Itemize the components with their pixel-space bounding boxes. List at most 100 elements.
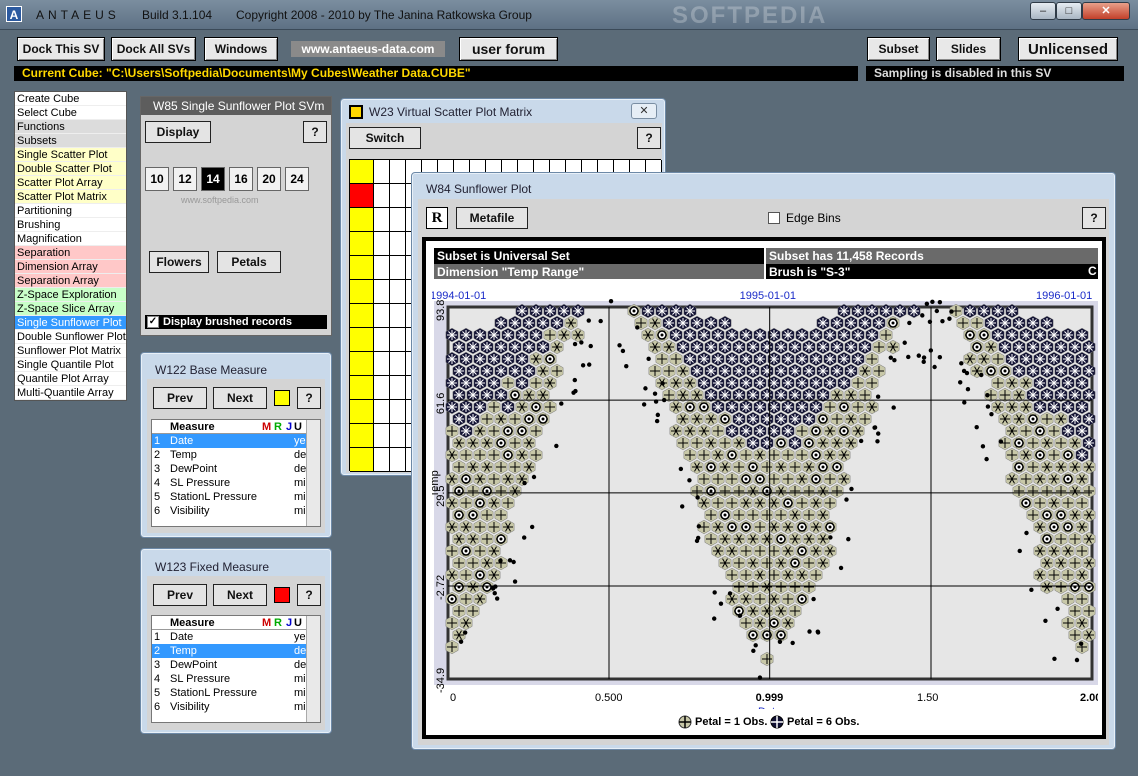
dock-all-svs-button[interactable]: Dock All SVs bbox=[111, 37, 196, 61]
table-row[interactable]: 4 SL Pressure mi bbox=[152, 672, 320, 686]
menu-item[interactable]: Multi-Quantile Array bbox=[15, 386, 126, 400]
matrix-cell[interactable] bbox=[350, 424, 374, 448]
matrix-cell[interactable] bbox=[390, 448, 406, 472]
menu-item[interactable]: Functions bbox=[15, 120, 126, 134]
matrix-cell[interactable] bbox=[390, 376, 406, 400]
matrix-cell[interactable] bbox=[390, 352, 406, 376]
user-forum-button[interactable]: user forum bbox=[459, 37, 558, 61]
matrix-cell[interactable] bbox=[390, 424, 406, 448]
size-button-24[interactable]: 24 bbox=[285, 167, 309, 191]
table-row[interactable]: 5 StationL Pressure mi bbox=[152, 686, 320, 700]
w23-close-button[interactable]: ✕ bbox=[631, 103, 657, 119]
matrix-cell[interactable] bbox=[390, 256, 406, 280]
dock-this-sv-button[interactable]: Dock This SV bbox=[17, 37, 105, 61]
windows-button[interactable]: Windows bbox=[204, 37, 278, 61]
w122-next-button[interactable]: Next bbox=[213, 387, 267, 409]
matrix-cell[interactable] bbox=[390, 160, 406, 184]
w122-measure-table[interactable]: Measure M R J U 1 Date ye 2 Temp de 3 DewPoint de 4 SL … bbox=[151, 419, 321, 527]
matrix-cell[interactable] bbox=[350, 328, 374, 352]
w85-help-button[interactable]: ? bbox=[303, 121, 327, 143]
table-row[interactable]: 1 Date ye bbox=[152, 434, 320, 448]
matrix-cell[interactable] bbox=[390, 328, 406, 352]
table-row[interactable]: 6 Visibility mi bbox=[152, 700, 320, 714]
size-button-10[interactable]: 10 bbox=[145, 167, 169, 191]
w123-next-button[interactable]: Next bbox=[213, 584, 267, 606]
matrix-cell[interactable] bbox=[374, 328, 390, 352]
size-button-20[interactable]: 20 bbox=[257, 167, 281, 191]
table-row[interactable]: 4 SL Pressure mi bbox=[152, 476, 320, 490]
w23-help-button[interactable]: ? bbox=[637, 127, 661, 149]
matrix-cell[interactable] bbox=[374, 400, 390, 424]
display-button[interactable]: Display bbox=[145, 121, 211, 143]
menu-item[interactable]: Quantile Plot Array bbox=[15, 372, 126, 386]
w123-prev-button[interactable]: Prev bbox=[153, 584, 207, 606]
matrix-cell[interactable] bbox=[350, 400, 374, 424]
table-row[interactable]: 6 Visibility mi bbox=[152, 504, 320, 518]
matrix-cell[interactable] bbox=[374, 448, 390, 472]
subset-button[interactable]: Subset bbox=[867, 37, 930, 61]
minimize-button[interactable]: – bbox=[1030, 2, 1056, 20]
matrix-cell[interactable] bbox=[374, 160, 390, 184]
w123-measure-table[interactable]: Measure M R J U 1 Date ye 2 Temp de 3 DewPoint de 4 SL … bbox=[151, 615, 321, 723]
matrix-cell[interactable] bbox=[350, 448, 374, 472]
menu-item[interactable]: Scatter Plot Array bbox=[15, 176, 126, 190]
petals-button[interactable]: Petals bbox=[217, 251, 281, 273]
matrix-cell[interactable] bbox=[390, 400, 406, 424]
table-scrollbar[interactable] bbox=[306, 420, 320, 526]
size-button-16[interactable]: 16 bbox=[229, 167, 253, 191]
menu-item[interactable]: Single Scatter Plot bbox=[15, 148, 126, 162]
menu-item[interactable]: Select Cube bbox=[15, 106, 126, 120]
matrix-cell[interactable] bbox=[374, 280, 390, 304]
menu-item[interactable]: Brushing bbox=[15, 218, 126, 232]
close-button[interactable]: ✕ bbox=[1082, 2, 1130, 20]
license-button[interactable]: Unlicensed bbox=[1018, 37, 1118, 61]
matrix-cell[interactable] bbox=[390, 208, 406, 232]
menu-item[interactable]: Z-Space Exploration bbox=[15, 288, 126, 302]
menu-item[interactable]: Subsets bbox=[15, 134, 126, 148]
matrix-cell[interactable] bbox=[390, 304, 406, 328]
menu-item[interactable]: Single Quantile Plot bbox=[15, 358, 126, 372]
w123-help-button[interactable]: ? bbox=[297, 584, 321, 606]
menu-item[interactable]: Double Sunflower Plot bbox=[15, 330, 126, 344]
matrix-cell[interactable] bbox=[374, 184, 390, 208]
matrix-cell[interactable] bbox=[350, 352, 374, 376]
matrix-cell[interactable] bbox=[350, 208, 374, 232]
menu-item[interactable]: Create Cube bbox=[15, 92, 126, 106]
table-row[interactable]: 3 DewPoint de bbox=[152, 658, 320, 672]
size-button-12[interactable]: 12 bbox=[173, 167, 197, 191]
slides-button[interactable]: Slides bbox=[936, 37, 1001, 61]
w123-color-swatch[interactable] bbox=[274, 587, 290, 603]
maximize-button[interactable]: □ bbox=[1056, 2, 1082, 20]
matrix-cell[interactable] bbox=[350, 376, 374, 400]
display-brushed-row[interactable]: ✓ Display brushed records bbox=[145, 315, 327, 329]
display-brushed-checkbox[interactable]: ✓ bbox=[147, 316, 159, 328]
w122-help-button[interactable]: ? bbox=[297, 387, 321, 409]
matrix-cell[interactable] bbox=[374, 304, 390, 328]
metafile-button[interactable]: Metafile bbox=[456, 207, 528, 229]
matrix-cell[interactable] bbox=[374, 376, 390, 400]
sunflower-plot[interactable]: 00.5000.9991.502.001994-01-011995-01-011… bbox=[432, 283, 1098, 709]
menu-item[interactable]: Separation Array bbox=[15, 274, 126, 288]
menu-item[interactable]: Partitioning bbox=[15, 204, 126, 218]
matrix-cell[interactable] bbox=[350, 232, 374, 256]
menu-item[interactable]: Single Sunflower Plot bbox=[15, 316, 126, 330]
matrix-cell[interactable] bbox=[350, 280, 374, 304]
matrix-cell[interactable] bbox=[390, 184, 406, 208]
table-row[interactable]: 2 Temp de bbox=[152, 448, 320, 462]
table-row[interactable]: 3 DewPoint de bbox=[152, 462, 320, 476]
menu-item[interactable]: Magnification bbox=[15, 232, 126, 246]
matrix-cell[interactable] bbox=[350, 160, 374, 184]
w84-help-button[interactable]: ? bbox=[1082, 207, 1106, 229]
table-row[interactable]: 5 StationL Pressure mi bbox=[152, 490, 320, 504]
edge-bins-checkbox[interactable] bbox=[768, 212, 780, 224]
matrix-cell[interactable] bbox=[374, 232, 390, 256]
matrix-cell[interactable] bbox=[350, 184, 374, 208]
table-row[interactable]: 1 Date ye bbox=[152, 630, 320, 644]
website-link[interactable]: www.antaeus-data.com bbox=[291, 41, 445, 57]
w122-color-swatch[interactable] bbox=[274, 390, 290, 406]
menu-item[interactable]: Dimension Array bbox=[15, 260, 126, 274]
switch-button[interactable]: Switch bbox=[349, 127, 421, 149]
w122-prev-button[interactable]: Prev bbox=[153, 387, 207, 409]
matrix-cell[interactable] bbox=[374, 256, 390, 280]
menu-item[interactable]: Z-Space Slice Array bbox=[15, 302, 126, 316]
